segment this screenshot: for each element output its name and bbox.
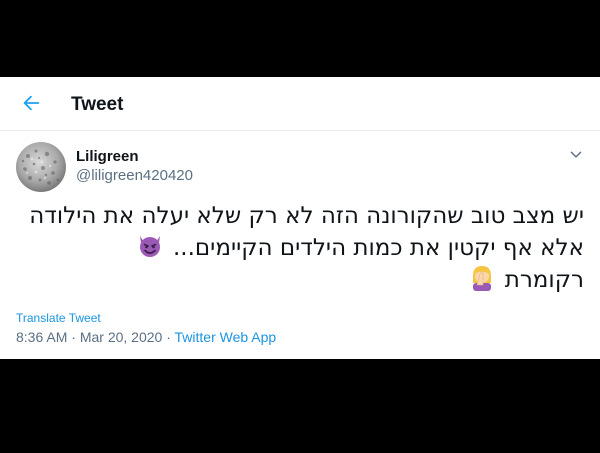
tweet-text-segment: רקומרת <box>504 267 584 293</box>
author-name[interactable]: Liligreen <box>76 148 139 165</box>
tweet-header: Tweet <box>0 77 600 131</box>
tweet-text-line: רקומרת <box>16 263 584 295</box>
separator: · <box>166 329 171 345</box>
chevron-down-icon[interactable] <box>567 146 585 164</box>
page-title: Tweet <box>71 94 124 115</box>
source-app-link[interactable]: Twitter Web App <box>175 329 277 345</box>
author-handle[interactable]: @liligreen420420 <box>76 167 193 184</box>
smiling-face-with-horns-icon <box>139 236 160 257</box>
woman-facepalming-icon <box>473 266 492 291</box>
tweet-text-line: אלא אף יקטין את כמות הילדים הקיימים... <box>16 231 584 263</box>
tweet-date[interactable]: Mar 20, 2020 <box>80 329 163 345</box>
avatar[interactable] <box>16 142 66 192</box>
tweet-text: יש מצב טוב שהקורונה הזה לא רק שלא יעלה א… <box>16 201 584 295</box>
tweet-card: Tweet Liligreen @liligreen420420 יש מצב … <box>0 77 600 359</box>
separator: · <box>71 329 76 345</box>
tweet-text-line: יש מצב טוב שהקורונה הזה לא רק שלא יעלה א… <box>29 203 584 229</box>
arrow-left-icon[interactable] <box>20 92 42 114</box>
translate-tweet-link[interactable]: Translate Tweet <box>16 311 101 325</box>
tweet-time[interactable]: 8:36 AM <box>16 329 67 345</box>
tweet-text-segment: אלא אף יקטין את כמות הילדים הקיימים... <box>172 235 584 261</box>
tweet-metadata: 8:36 AM · Mar 20, 2020 · Twitter Web App <box>16 329 276 345</box>
